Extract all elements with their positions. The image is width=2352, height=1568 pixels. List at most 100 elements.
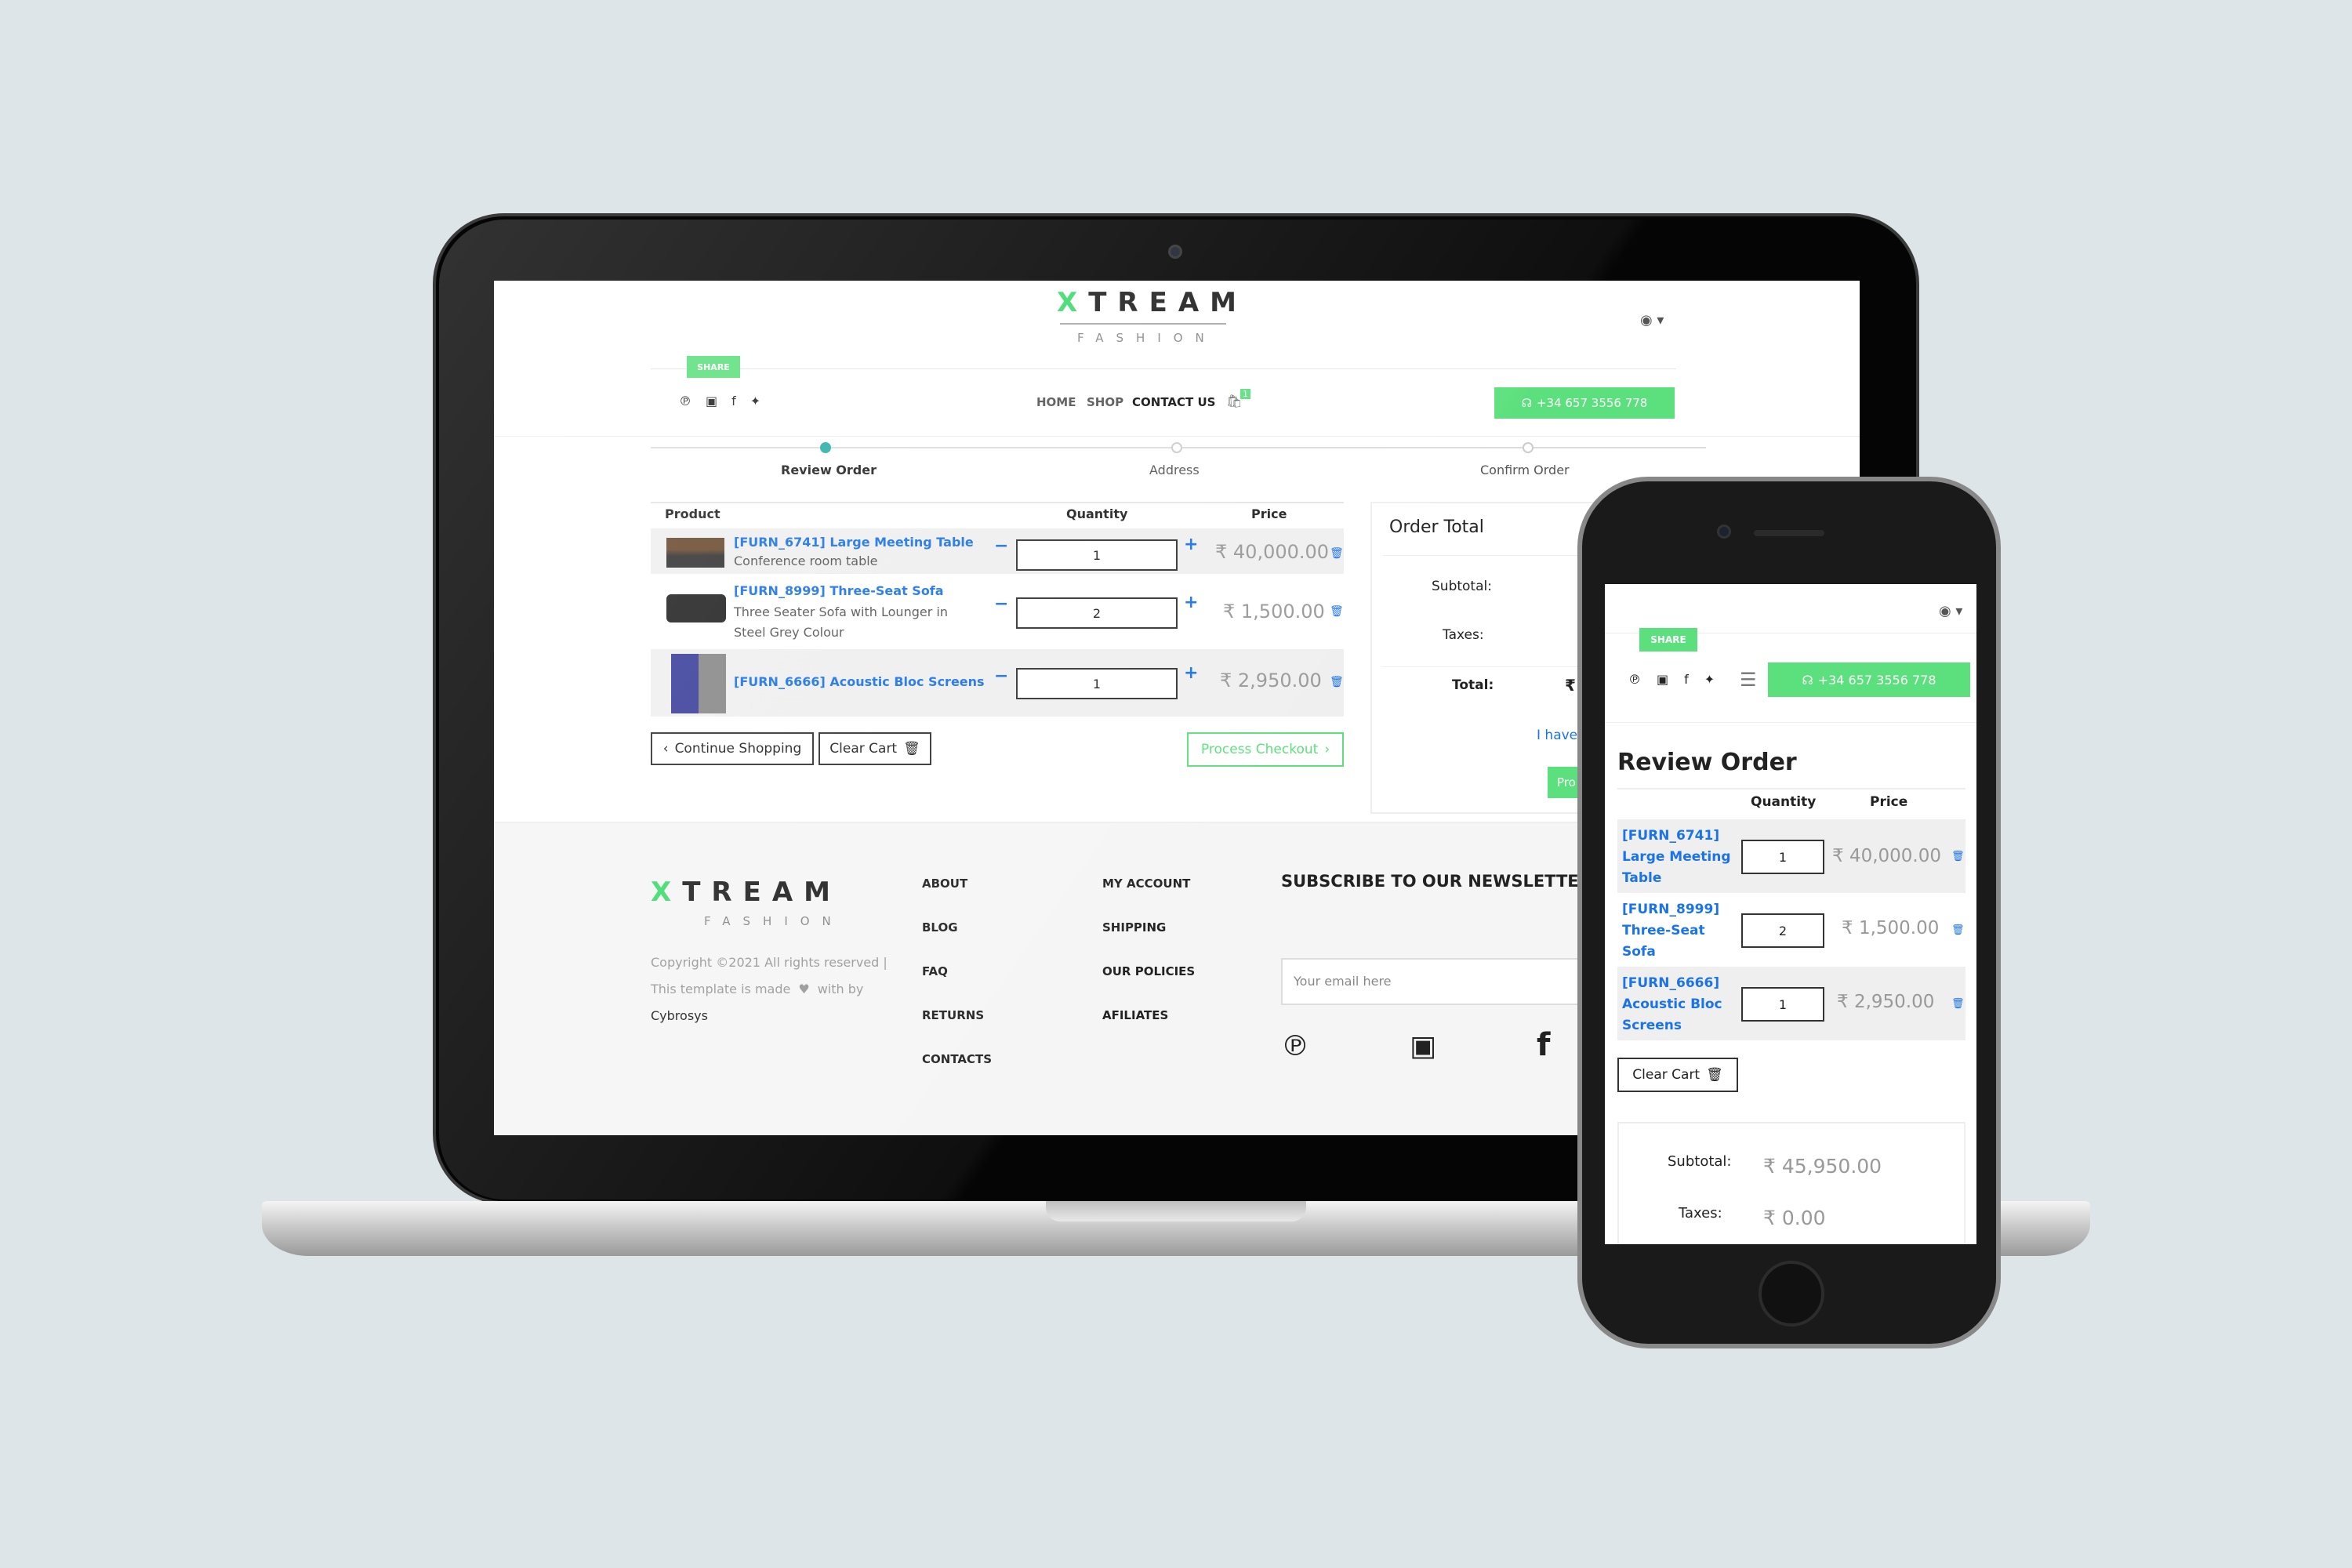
pinterest-icon[interactable]: ℗ <box>1281 1030 1309 1062</box>
clear-cart-button[interactable]: Clear Cart 🗑 <box>1617 1058 1738 1092</box>
phone-button[interactable]: ☊ +34 657 3556 778 <box>1768 662 1970 697</box>
user-menu-icon[interactable]: ◉ ▾ <box>1939 603 1962 619</box>
trash-icon[interactable]: 🗑 <box>1951 924 1965 936</box>
decrease-qty-button[interactable]: − <box>994 536 1008 556</box>
footer-logo: XTREAM <box>651 877 841 908</box>
linkedin-icon[interactable]: ▣ <box>706 394 717 408</box>
social-links: ℗ ▣ f ✦ <box>1628 672 1715 687</box>
process-checkout-button[interactable]: Process Checkout › <box>1187 732 1344 767</box>
continue-shopping-button[interactable]: ‹ Continue Shopping <box>651 732 814 765</box>
quantity-input[interactable]: 2 <box>1016 597 1178 629</box>
mobile-table-rule <box>1617 788 1965 789</box>
company-link[interactable]: Cybrosys <box>651 1008 708 1023</box>
product-price: ₹ 2,950.00 <box>1837 992 1935 1012</box>
product-link[interactable]: [FURN_6741] Large Meeting Table <box>734 535 974 550</box>
product-link[interactable]: [FURN_6666] Acoustic Bloc Screens <box>1622 973 1732 1036</box>
footer-link-returns[interactable]: RETURNS <box>922 1008 984 1022</box>
site-logo[interactable]: XTREAM <box>1057 287 1247 318</box>
facebook-icon[interactable]: f <box>1537 1027 1550 1063</box>
col-price: Price <box>1251 506 1287 521</box>
decrease-qty-button[interactable]: − <box>994 594 1008 614</box>
step-address: Address <box>1149 463 1200 477</box>
twitter-icon[interactable]: ✦ <box>750 394 760 408</box>
mobile-nav-rule <box>1605 722 1976 723</box>
facebook-icon[interactable]: f <box>731 394 736 408</box>
pinterest-icon[interactable]: ℗ <box>679 394 691 408</box>
trash-icon[interactable]: 🗑 <box>1330 676 1344 688</box>
cart-count-badge: 1 <box>1240 389 1250 399</box>
quantity-input[interactable]: 2 <box>1741 913 1824 948</box>
product-description: Three Seater Sofa with Lounger in Steel … <box>734 604 948 640</box>
taxes-value: ₹ 0.00 <box>1763 1207 1826 1229</box>
user-menu-icon[interactable]: ◉ ▾ <box>1640 312 1664 328</box>
subtotal-value: ₹ 45,950.00 <box>1763 1155 1882 1178</box>
nav-shop[interactable]: SHOP <box>1087 395 1123 409</box>
quantity-input[interactable]: 1 <box>1741 987 1824 1022</box>
product-image-sofa[interactable] <box>666 594 726 622</box>
total-value: ₹ <box>1565 676 1576 695</box>
product-link[interactable]: [FURN_6741] Large Meeting Table <box>1622 826 1732 889</box>
product-link[interactable]: [FURN_8999] Three-Seat Sofa <box>734 583 944 598</box>
step-review-order: Review Order <box>781 463 877 477</box>
footer-link-my-account[interactable]: MY ACCOUNT <box>1102 877 1190 891</box>
product-price: ₹ 2,950.00 <box>1220 670 1322 691</box>
product-link[interactable]: [FURN_8999] Three-Seat Sofa <box>1622 899 1732 963</box>
product-price: ₹ 1,500.00 <box>1223 601 1325 622</box>
promo-code-link[interactable]: I have <box>1537 728 1577 743</box>
pinterest-icon[interactable]: ℗ <box>1628 672 1641 687</box>
trash-icon[interactable]: 🗑 <box>1951 851 1965 862</box>
share-badge: SHARE <box>1639 628 1697 652</box>
increase-qty-button[interactable]: + <box>1184 593 1198 612</box>
footer-link-contacts[interactable]: CONTACTS <box>922 1052 992 1066</box>
nav-divider <box>494 436 1860 437</box>
product-description: Conference room table <box>734 554 878 568</box>
phone-camera <box>1717 524 1731 539</box>
quantity-input[interactable]: 1 <box>1016 539 1178 571</box>
footer-link-faq[interactable]: FAQ <box>922 964 948 978</box>
total-label: Total: <box>1452 677 1494 693</box>
phone-speaker <box>1754 530 1824 536</box>
footer-logo-subtitle: FASHION <box>704 914 844 928</box>
trash-icon[interactable]: 🗑 <box>1330 605 1344 618</box>
twitter-icon[interactable]: ✦ <box>1704 672 1715 687</box>
trash-icon[interactable]: 🗑 <box>1951 998 1965 1010</box>
phone-button[interactable]: ☊ +34 657 3556 778 <box>1494 387 1675 419</box>
trash-icon: 🗑 <box>1706 1067 1723 1083</box>
increase-qty-button[interactable]: + <box>1184 535 1198 554</box>
subtotal-label: Subtotal: <box>1432 579 1492 594</box>
footer-link-blog[interactable]: BLOG <box>922 920 958 935</box>
product-link[interactable]: [FURN_6666] Acoustic Bloc Screens <box>734 674 985 689</box>
made-with-b: with by <box>817 982 864 996</box>
decrease-qty-button[interactable]: − <box>994 666 1008 686</box>
trash-icon[interactable]: 🗑 <box>1330 547 1344 560</box>
phone-home-button[interactable] <box>1759 1261 1824 1327</box>
nav-home[interactable]: HOME <box>1036 395 1076 409</box>
laptop-camera <box>1168 245 1182 259</box>
facebook-icon[interactable]: f <box>1684 672 1689 687</box>
footer-link-policies[interactable]: OUR POLICIES <box>1102 964 1195 978</box>
col-product: Product <box>665 506 720 521</box>
clear-cart-button[interactable]: Clear Cart 🗑 <box>818 732 931 765</box>
quantity-input[interactable]: 1 <box>1016 668 1178 699</box>
step-dot-confirm <box>1523 442 1534 453</box>
footer-link-shipping[interactable]: SHIPPING <box>1102 920 1166 935</box>
footer-link-affiliates[interactable]: AFILIATES <box>1102 1008 1168 1022</box>
linkedin-icon[interactable]: ▣ <box>1657 672 1668 687</box>
clear-cart-label: Clear Cart <box>1632 1067 1700 1083</box>
hamburger-menu-icon[interactable]: ☰ <box>1740 669 1757 691</box>
order-total-title: Order Total <box>1389 517 1484 537</box>
quantity-input[interactable]: 1 <box>1741 840 1824 874</box>
footer-link-about[interactable]: ABOUT <box>922 877 967 891</box>
product-image-table[interactable] <box>666 538 724 568</box>
step-dot-address <box>1171 442 1182 453</box>
increase-qty-button[interactable]: + <box>1184 663 1198 683</box>
made-with-a: This template is made <box>651 982 791 996</box>
nav-contact-us[interactable]: CONTACT US <box>1132 395 1215 409</box>
clear-cart-label: Clear Cart <box>829 741 898 757</box>
laptop-notch <box>1046 1201 1306 1221</box>
heart-icon: ♥ <box>798 982 810 996</box>
linkedin-icon[interactable]: ▣ <box>1410 1030 1436 1062</box>
product-image-screens[interactable] <box>671 654 726 713</box>
product-price: ₹ 40,000.00 <box>1832 846 1941 866</box>
subtotal-label: Subtotal: <box>1668 1153 1732 1170</box>
